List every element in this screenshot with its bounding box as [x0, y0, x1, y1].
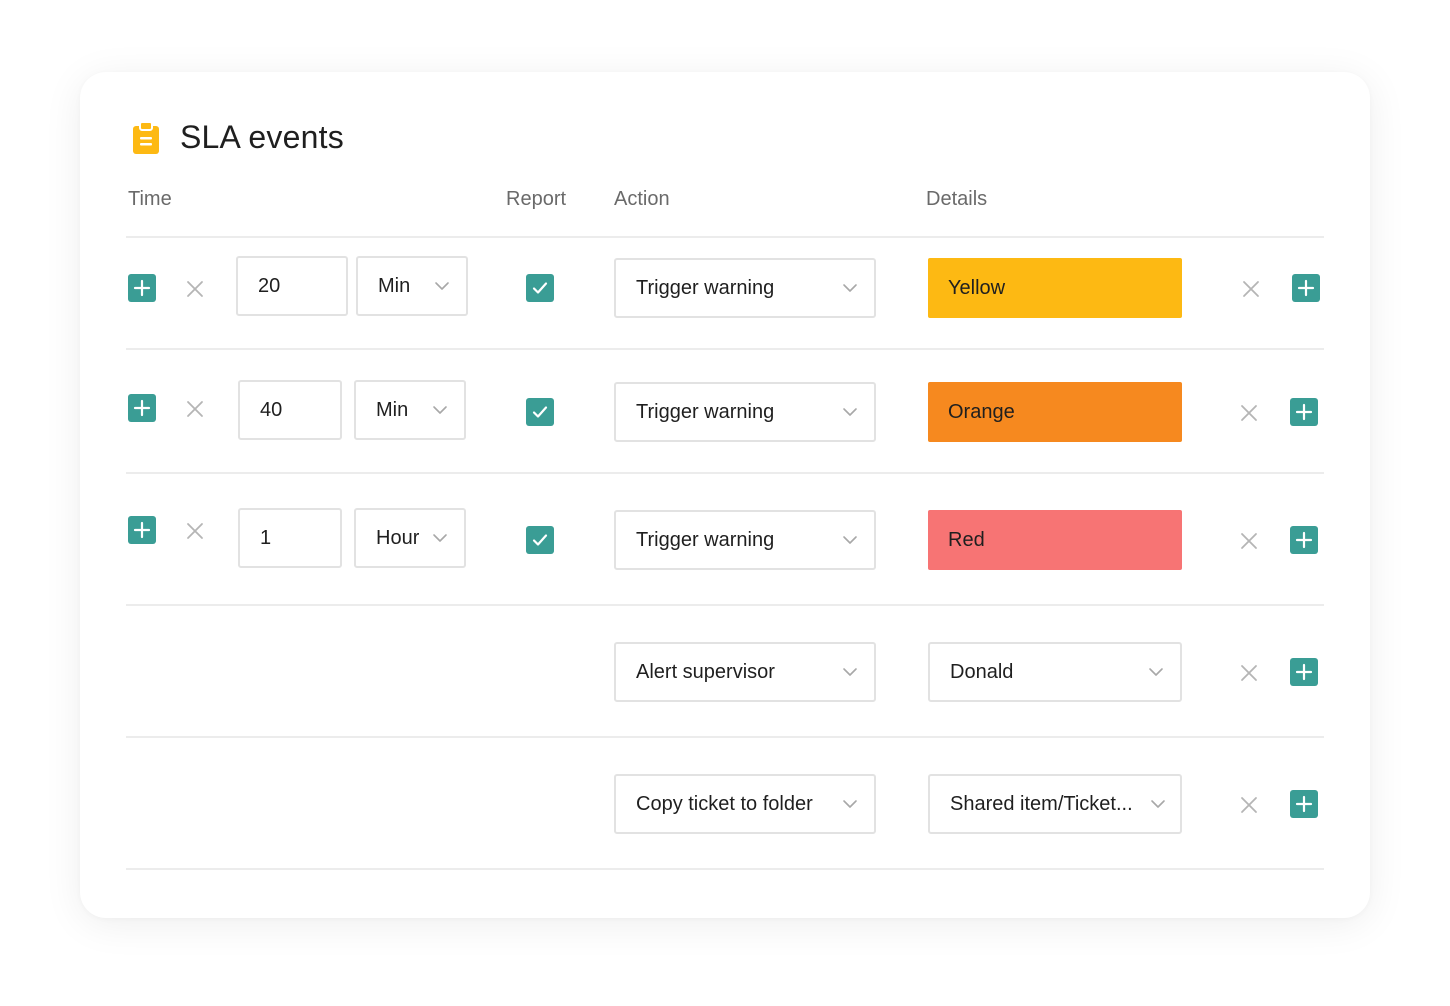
action-text: Copy ticket to folder: [636, 792, 813, 815]
report-checkbox[interactable]: [526, 398, 554, 426]
time-unit-select[interactable]: Hour: [354, 508, 466, 568]
details-color-red[interactable]: Red: [928, 510, 1182, 570]
add-event-button[interactable]: [1290, 526, 1318, 554]
chevron-down-icon: [843, 536, 857, 544]
check-icon: [532, 534, 548, 546]
plus-icon: [1297, 279, 1315, 297]
time-value-input[interactable]: 1: [238, 508, 342, 568]
plus-icon: [133, 279, 151, 297]
page-title: SLA events: [180, 119, 344, 155]
time-unit-text: Min: [378, 274, 411, 297]
details-text: Red: [948, 528, 985, 551]
time-value-text: 20: [258, 274, 281, 297]
add-row-button[interactable]: [128, 274, 156, 302]
column-header-report: Report: [506, 188, 567, 210]
report-checkbox[interactable]: [526, 526, 554, 554]
divider: [126, 236, 1324, 238]
plus-icon: [1295, 403, 1313, 421]
add-event-button[interactable]: [1292, 274, 1320, 302]
plus-icon: [1295, 663, 1313, 681]
details-select[interactable]: Donald: [928, 642, 1182, 702]
remove-time-button[interactable]: [184, 398, 206, 420]
divider: [126, 736, 1324, 738]
chevron-down-icon: [433, 534, 447, 542]
remove-event-button[interactable]: [1238, 662, 1260, 684]
column-header-details: Details: [926, 188, 988, 210]
divider: [126, 868, 1324, 870]
close-icon: [1241, 797, 1257, 813]
time-unit-select[interactable]: Min: [356, 256, 468, 316]
add-event-button[interactable]: [1290, 790, 1318, 818]
chevron-down-icon: [433, 406, 447, 414]
close-icon: [1241, 405, 1257, 421]
details-color-yellow[interactable]: Yellow: [928, 258, 1182, 318]
check-icon: [532, 282, 548, 294]
remove-time-button[interactable]: [184, 278, 206, 300]
action-text: Trigger warning: [636, 276, 775, 299]
plus-icon: [1295, 531, 1313, 549]
chevron-down-icon: [843, 284, 857, 292]
report-checkbox[interactable]: [526, 274, 554, 302]
chevron-down-icon: [843, 408, 857, 416]
details-select[interactable]: Shared item/Ticket...: [928, 774, 1182, 834]
action-select[interactable]: Trigger warning: [614, 510, 876, 570]
action-select[interactable]: Trigger warning: [614, 382, 876, 442]
action-select[interactable]: Copy ticket to folder: [614, 774, 876, 834]
action-text: Trigger warning: [636, 528, 775, 551]
chevron-down-icon: [1151, 800, 1165, 808]
details-text: Yellow: [948, 276, 1006, 299]
remove-event-button[interactable]: [1238, 530, 1260, 552]
plus-icon: [1295, 795, 1313, 813]
time-value-text: 40: [260, 398, 283, 421]
time-unit-text: Min: [376, 398, 409, 421]
close-icon: [1241, 533, 1257, 549]
divider: [126, 348, 1324, 350]
close-icon: [1241, 665, 1257, 681]
close-icon: [1243, 281, 1259, 297]
action-select[interactable]: Trigger warning: [614, 258, 876, 318]
add-row-button[interactable]: [128, 516, 156, 544]
close-icon: [187, 281, 203, 297]
chevron-down-icon: [843, 800, 857, 808]
plus-icon: [133, 521, 151, 539]
column-header-time: Time: [128, 188, 172, 210]
add-event-button[interactable]: [1290, 658, 1318, 686]
add-row-button[interactable]: [128, 394, 156, 422]
add-event-button[interactable]: [1290, 398, 1318, 426]
close-icon: [187, 401, 203, 417]
details-text: Shared item/Ticket...: [950, 792, 1133, 815]
column-header-action: Action: [614, 188, 670, 210]
details-color-orange[interactable]: Orange: [928, 382, 1182, 442]
action-text: Alert supervisor: [636, 660, 775, 683]
time-unit-text: Hour: [376, 526, 420, 549]
remove-time-button[interactable]: [184, 520, 206, 542]
clipboard-icon: [132, 121, 160, 155]
time-value-text: 1: [260, 526, 272, 549]
details-text: Donald: [950, 660, 1014, 683]
divider: [126, 604, 1324, 606]
chevron-down-icon: [843, 668, 857, 676]
divider: [126, 472, 1324, 474]
details-text: Orange: [948, 400, 1015, 423]
close-icon: [187, 523, 203, 539]
time-unit-select[interactable]: Min: [354, 380, 466, 440]
action-select[interactable]: Alert supervisor: [614, 642, 876, 702]
remove-event-button[interactable]: [1238, 794, 1260, 816]
plus-icon: [133, 399, 151, 417]
chevron-down-icon: [435, 282, 449, 290]
check-icon: [532, 406, 548, 418]
remove-event-button[interactable]: [1238, 402, 1260, 424]
chevron-down-icon: [1149, 668, 1163, 676]
remove-event-button[interactable]: [1240, 278, 1262, 300]
sla-events-card: SLA events Time Report Action Details 20…: [80, 72, 1370, 918]
action-text: Trigger warning: [636, 400, 775, 423]
time-value-input[interactable]: 40: [238, 380, 342, 440]
time-value-input[interactable]: 20: [236, 256, 348, 316]
